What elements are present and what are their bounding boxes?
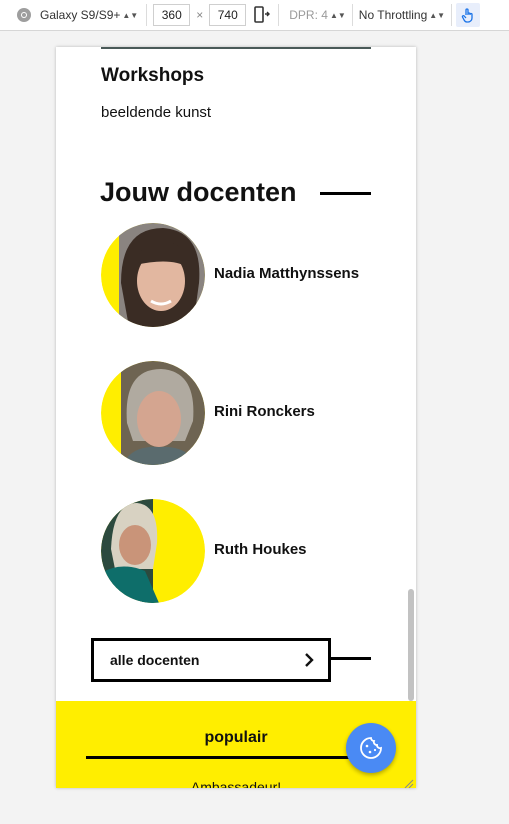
mobile-viewport: Workshops beeldende kunst Jouw docenten … bbox=[56, 47, 416, 788]
throttling-label: No Throttling bbox=[358, 8, 428, 22]
section-title-rule bbox=[320, 192, 371, 195]
teacher-photo bbox=[101, 361, 205, 465]
toolbar-divider bbox=[278, 4, 280, 26]
dropdown-caret-icon: ▲▼ bbox=[429, 10, 446, 20]
toolbar-divider bbox=[146, 4, 148, 26]
teacher-photo bbox=[101, 223, 205, 327]
teacher-card[interactable]: Rini Ronckers bbox=[101, 361, 381, 465]
workshops-category-link[interactable]: beeldende kunst bbox=[101, 104, 211, 121]
dropdown-caret-icon: ▲▼ bbox=[329, 10, 346, 20]
all-teachers-button[interactable]: alle docenten bbox=[91, 638, 331, 682]
touch-hand-icon bbox=[461, 8, 473, 23]
throttling-select[interactable]: No Throttling ▲▼ bbox=[359, 8, 445, 22]
device-select-label: Galaxy S9/S9+ bbox=[40, 8, 121, 22]
cookie-icon bbox=[360, 737, 382, 759]
rotate-icon[interactable] bbox=[254, 6, 271, 24]
toolbar-divider bbox=[351, 4, 353, 26]
teacher-card[interactable]: Nadia Matthynssens bbox=[101, 223, 381, 327]
popular-rule bbox=[86, 756, 356, 759]
button-rule bbox=[331, 657, 371, 660]
dimension-separator: × bbox=[196, 8, 204, 22]
teacher-photo bbox=[101, 499, 205, 603]
device-select[interactable]: Galaxy S9/S9+ ▲▼ bbox=[40, 8, 138, 22]
teacher-name: Nadia Matthynssens bbox=[214, 265, 360, 282]
width-input[interactable]: 360 bbox=[153, 4, 191, 26]
section-title: Jouw docenten bbox=[100, 177, 297, 207]
workshops-title: Workshops bbox=[101, 65, 205, 86]
chrome-icon bbox=[17, 8, 31, 22]
teacher-name: Rini Ronckers bbox=[214, 403, 315, 420]
header-image bbox=[101, 47, 371, 49]
devtools-toolbar: Galaxy S9/S9+ ▲▼ 360 × 740 DPR: 4 ▲▼ No Th… bbox=[0, 0, 509, 31]
dpr-label: DPR: 4 bbox=[289, 8, 328, 22]
cookie-settings-button[interactable] bbox=[346, 723, 396, 773]
ambassador-link[interactable]: Ambassadeur! bbox=[56, 779, 416, 788]
footer-popular: populair Ambassadeur! bbox=[56, 701, 416, 788]
scrollbar-thumb[interactable] bbox=[408, 589, 414, 701]
resize-grip-icon[interactable] bbox=[404, 779, 414, 788]
toolbar-divider bbox=[451, 4, 453, 26]
teacher-card[interactable]: Ruth Houkes bbox=[101, 499, 381, 603]
height-input[interactable]: 740 bbox=[209, 4, 247, 26]
teacher-name: Ruth Houkes bbox=[214, 541, 307, 558]
touch-toggle-button[interactable] bbox=[456, 3, 481, 27]
all-teachers-label: alle docenten bbox=[110, 652, 200, 668]
chevron-right-icon bbox=[305, 653, 314, 667]
dpr-select[interactable]: DPR: 4 ▲▼ bbox=[289, 8, 346, 22]
dropdown-caret-icon: ▲▼ bbox=[122, 10, 139, 20]
